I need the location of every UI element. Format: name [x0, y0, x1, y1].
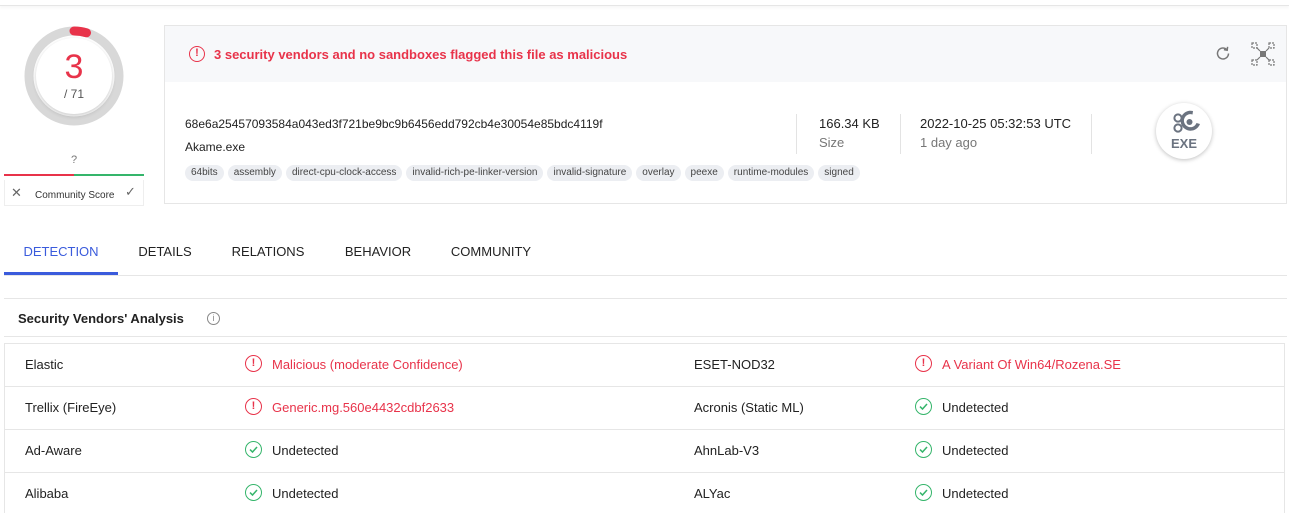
info-icon[interactable]: i: [207, 312, 220, 325]
vendor-name: ESET-NOD32: [694, 357, 775, 372]
vendor-result: Undetected: [942, 443, 1009, 458]
community-score-label: Community Score: [35, 190, 115, 201]
detection-total: / 71: [63, 87, 84, 101]
vote-down-button[interactable]: ✕: [11, 185, 22, 201]
vendor-result: Malicious (moderate Confidence): [272, 357, 463, 372]
table-row: Alibaba Undetected ALYac Undetected: [5, 473, 1284, 513]
vendor-name: Ad-Aware: [25, 443, 82, 458]
vendor-name: Alibaba: [25, 486, 69, 501]
vendor-result: Undetected: [942, 486, 1009, 501]
report-tabs: DETECTION DETAILS RELATIONS BEHAVIOR COM…: [4, 230, 1287, 276]
divider: [4, 298, 1287, 299]
community-score-value: ?: [70, 154, 78, 166]
divider: [4, 336, 1287, 337]
file-size-label: Size: [819, 135, 845, 150]
check-circle-icon: [915, 441, 932, 458]
alert-circle-icon: [245, 355, 262, 372]
alert-circle-icon: [189, 46, 205, 62]
file-type-label: EXE: [1170, 136, 1197, 151]
reanalyze-icon[interactable]: [1213, 44, 1233, 64]
check-circle-icon: [915, 398, 932, 415]
file-tag[interactable]: assembly: [227, 165, 282, 181]
analysis-date: 2022-10-25 05:32:53 UTC: [920, 116, 1072, 131]
tab-details[interactable]: DETAILS: [124, 230, 206, 275]
section-title: Security Vendors' Analysis: [18, 311, 184, 326]
community-score-bar: [4, 174, 144, 176]
vendor-name: ALYac: [694, 486, 731, 501]
tab-community[interactable]: COMMUNITY: [438, 230, 544, 275]
alert-circle-icon: [915, 355, 932, 372]
vote-up-button[interactable]: ✓: [125, 184, 136, 200]
vendor-results-table: Elastic Malicious (moderate Confidence) ES…: [4, 343, 1285, 513]
vendor-name: Elastic: [25, 357, 64, 372]
file-tags: 64bits assembly direct-cpu-clock-access inv…: [185, 165, 860, 181]
graph-view-icon[interactable]: [1251, 42, 1275, 66]
file-type-icon: EXE: [1156, 103, 1212, 159]
check-circle-icon: [245, 441, 262, 458]
tab-behavior[interactable]: BEHAVIOR: [330, 230, 426, 275]
vendor-result: A Variant Of Win64/Rozena.SE: [942, 357, 1121, 372]
file-tag[interactable]: invalid-rich-pe-linker-version: [406, 165, 544, 181]
file-tag[interactable]: invalid-signature: [547, 165, 633, 181]
alert-message: 3 security vendors and no sandboxes flag…: [214, 47, 628, 62]
check-circle-icon: [915, 484, 932, 501]
table-row: Trellix (FireEye) Generic.mg.560e4432cdbf…: [5, 387, 1284, 430]
community-score-bar-negative: [4, 174, 74, 176]
detection-alert-banner: 3 security vendors and no sandboxes flag…: [165, 26, 1286, 82]
table-row: Ad-Aware Undetected AhnLab-V3 Undetected: [5, 430, 1284, 473]
file-size: 166.34 KB: [819, 116, 880, 131]
check-circle-icon: [245, 484, 262, 501]
file-tag[interactable]: peexe: [684, 165, 724, 181]
file-tag[interactable]: runtime-modules: [727, 165, 815, 181]
vendor-result: Undetected: [272, 486, 339, 501]
tab-relations[interactable]: RELATIONS: [218, 230, 318, 275]
alert-circle-icon: [245, 398, 262, 415]
detection-score-gauge: 3 / 71: [22, 24, 126, 128]
file-tag[interactable]: 64bits: [185, 165, 224, 181]
vendor-result: Undetected: [272, 443, 339, 458]
top-bar-shadow: [0, 0, 1289, 6]
vendor-result: Generic.mg.560e4432cdbf2633: [272, 400, 455, 415]
file-name: Akame.exe: [185, 140, 246, 154]
analysis-date-relative: 1 day ago: [920, 135, 978, 150]
vendor-name: Acronis (Static ML): [694, 400, 804, 415]
tab-detection[interactable]: DETECTION: [4, 230, 118, 275]
vendor-name: Trellix (FireEye): [25, 400, 117, 415]
file-tag[interactable]: direct-cpu-clock-access: [285, 165, 403, 181]
file-tag[interactable]: overlay: [636, 165, 681, 181]
file-hash[interactable]: 68e6a25457093584a043ed3f721be9bc9b6456ed…: [185, 117, 603, 131]
file-tag[interactable]: signed: [818, 165, 860, 181]
divider: [900, 114, 901, 154]
vendor-result: Undetected: [942, 400, 1009, 415]
divider: [796, 114, 797, 154]
community-score-row: ✕ Community Score ✓: [4, 180, 144, 206]
file-summary-card: 3 security vendors and no sandboxes flag…: [164, 25, 1287, 204]
detection-count: 3: [64, 48, 84, 86]
table-row: Elastic Malicious (moderate Confidence) ES…: [5, 344, 1284, 387]
vendor-name: AhnLab-V3: [694, 443, 760, 458]
divider: [1091, 114, 1092, 154]
